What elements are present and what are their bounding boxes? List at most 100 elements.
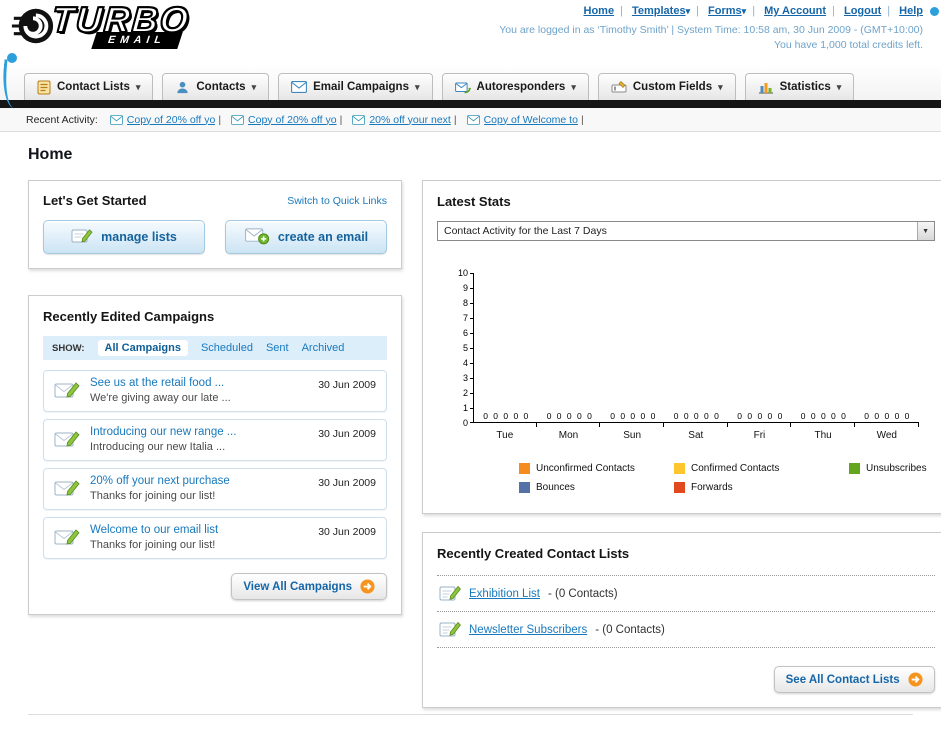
contact-list-link[interactable]: Newsletter Subscribers — [469, 624, 587, 636]
logo: TURBO EMAIL — [10, 0, 192, 54]
edit-campaign-icon — [54, 429, 80, 451]
page-title: Home — [28, 146, 73, 163]
legend-item: Unconfirmed Contacts — [519, 463, 674, 474]
recent-campaigns-title: Recently Edited Campaigns — [43, 309, 215, 324]
top-links: Home Templates Forms My Account Logout H… — [499, 5, 924, 17]
campaign-subtitle: We're giving away our late ... — [90, 392, 231, 404]
contact-list: Exhibition List - (0 Contacts) Newslette… — [437, 575, 935, 648]
tab-label: Custom Fields — [632, 81, 713, 93]
campaign-title-link[interactable]: 20% off your next purchase — [90, 475, 308, 487]
recent-activity-item: 20% off your next — [352, 114, 466, 126]
create-email-button[interactable]: create an email — [225, 220, 387, 254]
contact-list-item: Exhibition List - (0 Contacts) — [437, 575, 935, 612]
filter-sent[interactable]: Sent — [266, 342, 289, 354]
campaign-subtitle: Introducing our new Italia ... — [90, 441, 226, 453]
campaign-subtitle: Thanks for joining our list! — [90, 539, 216, 551]
arrow-right-icon — [360, 579, 375, 594]
recent-activity-bar: Recent Activity: Copy of 20% off yo Copy… — [0, 108, 941, 132]
nav-underline-bar — [0, 100, 941, 108]
recent-activity-link[interactable]: Copy of 20% off yo — [127, 114, 216, 126]
logo-subtitle: EMAIL — [91, 32, 183, 50]
recent-contact-lists-title: Recently Created Contact Lists — [437, 546, 630, 561]
edit-list-icon — [439, 584, 461, 603]
contact-list-link[interactable]: Exhibition List — [469, 588, 540, 600]
arrow-right-icon — [908, 672, 923, 687]
filter-all-campaigns[interactable]: All Campaigns — [97, 340, 188, 356]
select-dropdown-arrow-icon — [916, 222, 934, 240]
statistics-icon — [758, 80, 774, 94]
contact-lists-icon — [37, 80, 51, 95]
email-campaigns-icon — [291, 81, 308, 93]
see-all-contact-lists-button[interactable]: See All Contact Lists — [773, 666, 935, 693]
legend-item: Unsubscribes — [849, 463, 927, 474]
top-link-forms[interactable]: Forms — [708, 5, 746, 17]
edit-list-icon — [439, 620, 461, 639]
top-link-help[interactable]: Help — [899, 5, 923, 17]
recent-activity-item: Copy of 20% off yo — [109, 114, 231, 126]
email-icon — [352, 114, 366, 125]
filter-archived[interactable]: Archived — [302, 342, 345, 354]
get-started-panel: Let's Get Started Switch to Quick Links … — [28, 180, 402, 269]
recent-activity-link[interactable]: 20% off your next — [369, 114, 451, 126]
stats-chart: 10 9 8 7 6 5 4 3 2 1 0 0 0 0 0 00 0 0 0 00 0 0 0 00… — [458, 269, 927, 493]
contacts-icon — [175, 80, 190, 95]
main-content: Home Let's Get Started Switch to Quick L… — [0, 132, 941, 736]
top-link-my-account[interactable]: My Account — [764, 5, 826, 17]
corner-dot-decoration — [930, 7, 939, 16]
campaign-row: 20% off your next purchase Thanks for jo… — [43, 468, 387, 510]
edit-campaign-icon — [54, 478, 80, 500]
campaign-list: See us at the retail food ... We're givi… — [43, 370, 387, 559]
chart-plot-area: 10 9 8 7 6 5 4 3 2 1 0 0 0 0 0 00 0 0 0 00 0 0 0 00… — [458, 269, 919, 428]
manage-lists-button[interactable]: manage lists — [43, 220, 205, 254]
latest-stats-panel: Latest Stats Contact Activity for the La… — [422, 180, 941, 514]
chevron-down-icon — [571, 81, 576, 93]
top-link-home[interactable]: Home — [584, 5, 615, 17]
recent-campaigns-panel: Recently Edited Campaigns SHOW: All Camp… — [28, 295, 402, 615]
campaign-subtitle: Thanks for joining our list! — [90, 490, 216, 502]
top-link-logout[interactable]: Logout — [844, 5, 881, 17]
campaign-title-link[interactable]: See us at the retail food ... — [90, 377, 308, 389]
autoresponders-icon — [454, 80, 471, 94]
chevron-down-icon — [252, 81, 257, 93]
tab-email-campaigns[interactable]: Email Campaigns — [278, 73, 433, 100]
stats-period-value: Contact Activity for the Last 7 Days — [444, 225, 607, 237]
chevron-down-icon — [136, 81, 141, 93]
switch-quick-links-link[interactable]: Switch to Quick Links — [287, 195, 387, 207]
credits-info: You have 1,000 total credits left. — [773, 39, 923, 51]
top-link-templates[interactable]: Templates — [632, 5, 690, 17]
stats-period-select[interactable]: Contact Activity for the Last 7 Days — [437, 221, 935, 241]
login-info: You are logged in as ‘Timothy Smith’ | S… — [499, 24, 923, 36]
legend-item: Bounces — [519, 482, 674, 493]
tab-contact-lists[interactable]: Contact Lists — [24, 73, 154, 100]
tab-label: Email Campaigns — [313, 81, 409, 93]
email-icon — [231, 114, 244, 125]
manage-lists-label: manage lists — [101, 230, 177, 244]
view-all-campaigns-button[interactable]: View All Campaigns — [231, 573, 387, 600]
chevron-down-icon — [837, 81, 842, 93]
tab-statistics[interactable]: Statistics — [744, 73, 855, 100]
campaign-date: 30 Jun 2009 — [318, 428, 376, 440]
recent-activity-item: Copy of Welcome to — [466, 114, 594, 126]
campaign-title-link[interactable]: Welcome to our email list — [90, 524, 308, 536]
footer-divider — [28, 714, 913, 736]
pencil-card-icon — [71, 227, 93, 248]
legend-item: Forwards — [674, 482, 849, 493]
tab-label: Contact Lists — [57, 81, 130, 93]
tab-custom-fields[interactable]: Custom Fields — [597, 73, 736, 100]
campaign-title-link[interactable]: Introducing our new range ... — [90, 426, 308, 438]
create-email-label: create an email — [277, 230, 369, 244]
custom-fields-icon — [611, 80, 627, 94]
tab-contacts[interactable]: Contacts — [162, 73, 270, 100]
recent-activity-label: Recent Activity: — [26, 113, 98, 126]
contact-list-count: - (0 Contacts) — [595, 623, 665, 636]
view-all-campaigns-label: View All Campaigns — [243, 580, 352, 593]
tab-autoresponders[interactable]: Autoresponders — [441, 73, 589, 100]
legend-item: Confirmed Contacts — [674, 463, 849, 474]
filter-scheduled[interactable]: Scheduled — [201, 342, 253, 354]
chart-legend: Unconfirmed Contacts Confirmed Contacts Un… — [519, 463, 927, 493]
recent-activity-link[interactable]: Copy of Welcome to — [484, 114, 578, 126]
recent-activity-link[interactable]: Copy of 20% off yo — [248, 114, 337, 126]
new-email-icon — [244, 226, 270, 248]
show-label: SHOW: — [52, 342, 85, 354]
campaign-row: Welcome to our email list Thanks for joi… — [43, 517, 387, 559]
